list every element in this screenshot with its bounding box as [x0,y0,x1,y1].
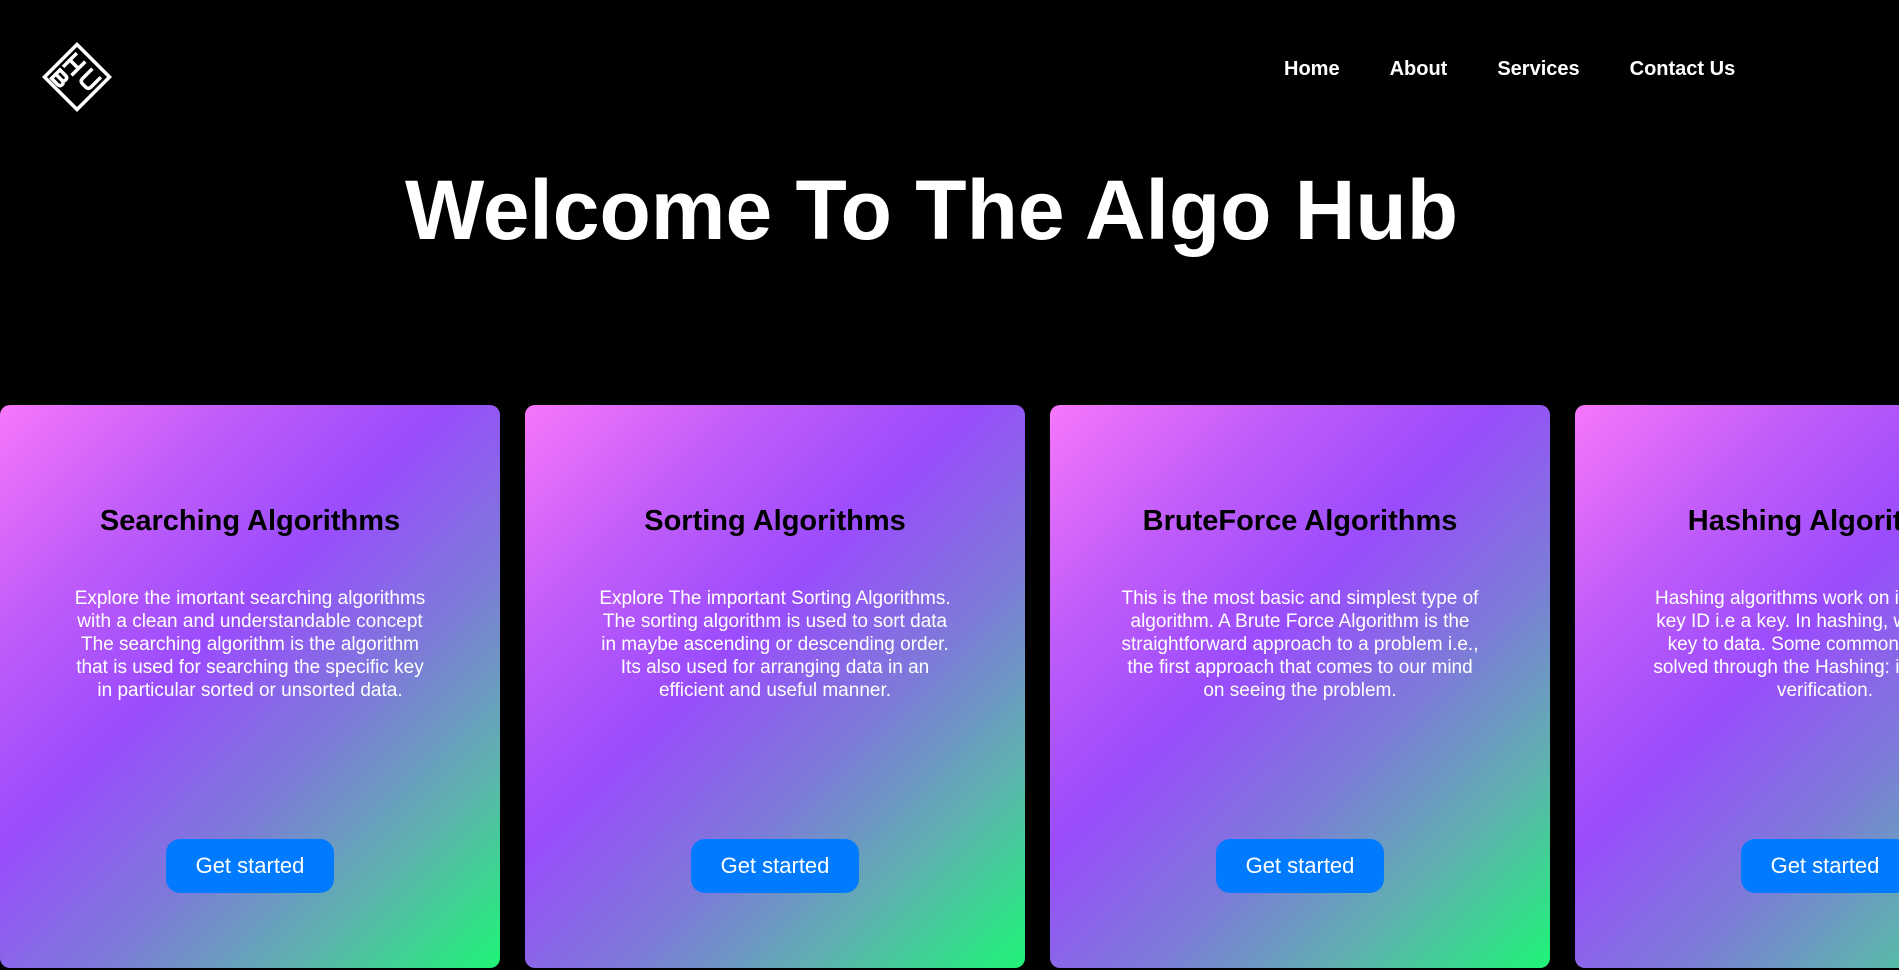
get-started-button[interactable]: Get started [1216,839,1384,893]
algorithm-cards: Searching Algorithms Explore the imortan… [0,405,1899,970]
card-description: This is the most basic and simplest type… [1121,588,1479,701]
main-nav: Home About Services Contact Us [1284,56,1735,82]
hero-title: Welcome To The Algo Hub [0,160,1899,260]
nav-link-home[interactable]: Home [1284,56,1340,82]
card-bruteforce-algorithms: BruteForce Algorithms This is the most b… [1050,405,1550,968]
card-description: Hashing algorithms work on index with a … [1653,588,1899,701]
site-header: Home About Services Contact Us [0,0,1899,140]
nav-link-services[interactable]: Services [1497,56,1579,82]
page: Home About Services Contact Us Welcome T… [0,0,1899,970]
card-sorting-algorithms: Sorting Algorithms Explore The important… [525,405,1025,968]
nav-link-contact-us[interactable]: Contact Us [1630,56,1736,82]
get-started-button[interactable]: Get started [691,839,859,893]
card-title: Sorting Algorithms [644,505,906,537]
card-hashing-algorithms: Hashing Algorithms Hashing algorithms wo… [1575,405,1899,968]
hero-title-text: Welcome To The Algo Hub [404,163,1459,257]
nav-link-about[interactable]: About [1390,56,1448,82]
card-title: BruteForce Algorithms [1142,505,1458,537]
get-started-button[interactable]: Get started [1741,839,1899,893]
card-title: Searching Algorithms [99,505,401,537]
card-description: Explore the imortant searching algorithm… [74,588,426,701]
card-title: Hashing Algorithms [1687,505,1899,537]
hub-logo-icon[interactable] [40,40,114,114]
card-description: Explore The important Sorting Algorithms… [599,588,951,701]
get-started-button[interactable]: Get started [166,839,334,893]
card-searching-algorithms: Searching Algorithms Explore the imortan… [0,405,500,968]
